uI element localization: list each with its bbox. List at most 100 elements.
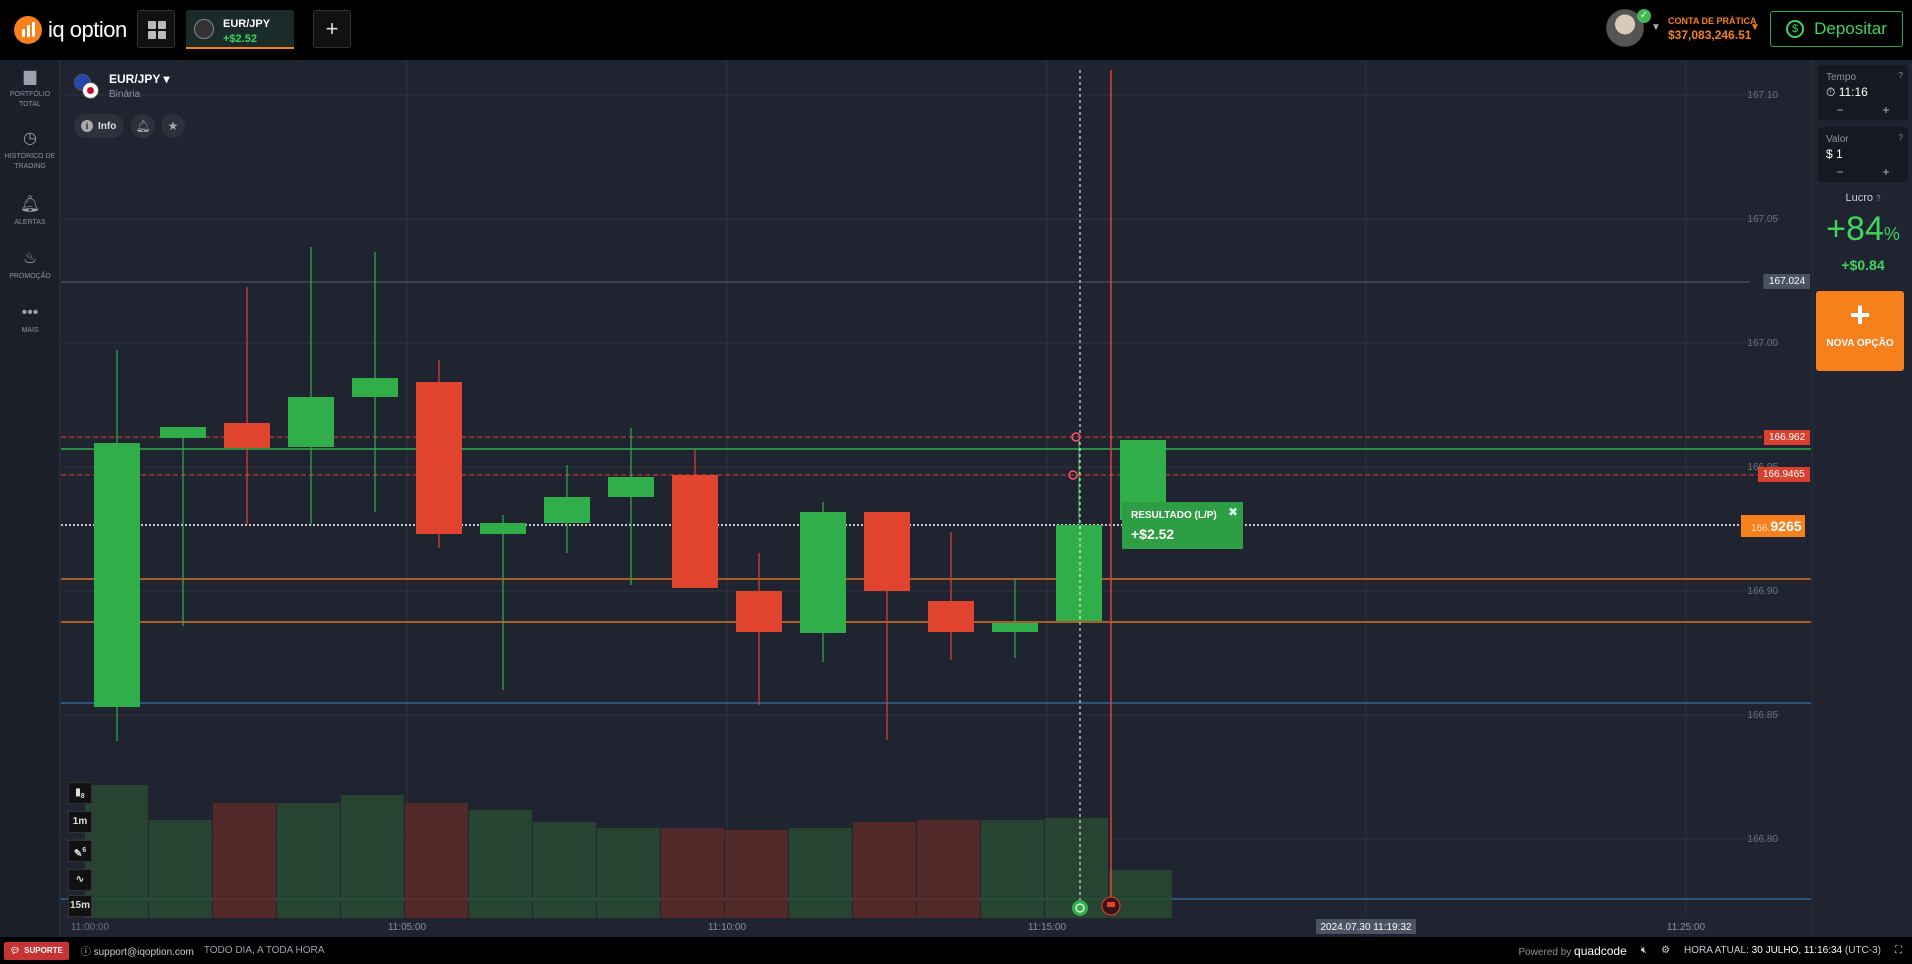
amount-plus-button[interactable]: +: [1864, 165, 1908, 179]
sidebar-item-portfolio[interactable]: ▆ PORTFÓLIO TOTAL: [0, 68, 60, 110]
candle-body[interactable]: [864, 512, 910, 591]
quadcode-logo: quadcode: [1574, 943, 1627, 958]
powered-by-text: Powered by: [1518, 946, 1572, 958]
volume-bar: [661, 828, 724, 918]
y-tick: 167.05: [1747, 214, 1778, 225]
amount-value[interactable]: $ 1: [1826, 147, 1843, 161]
timeframe-button[interactable]: 1m: [68, 811, 92, 833]
amount-field[interactable]: Valor ? $ 1 − +: [1818, 127, 1908, 182]
period-button[interactable]: 15m: [68, 895, 92, 917]
volume-bar: [597, 828, 660, 918]
sidebar-item-history[interactable]: ◷ HISTÓRICO DE TRADING: [0, 130, 60, 172]
close-icon[interactable]: ✖: [1228, 505, 1238, 519]
drawing-tools-button[interactable]: ✎6: [68, 840, 92, 862]
avatar-chevron-down-icon[interactable]: ▼: [1651, 22, 1661, 33]
stopwatch-icon[interactable]: [1072, 900, 1088, 916]
account-type-label: CONTA DE PRÁTICA: [1668, 16, 1757, 26]
new-option-button[interactable]: + NOVA OPÇÃO: [1816, 291, 1904, 371]
briefcase-icon: ▆: [23, 68, 37, 85]
amount-label: Valor: [1826, 134, 1849, 145]
support-hours: TODO DIA, A TODA HORA: [203, 945, 325, 956]
footer: 💬︎ SUPORTE ⓘ support@iqoption.com TODO D…: [0, 937, 1912, 964]
alert-price-tag: 167.024: [1764, 274, 1811, 289]
y-tick: 167.00: [1747, 338, 1778, 349]
candle-body[interactable]: [160, 427, 206, 438]
candle-body[interactable]: [608, 477, 654, 497]
support-button[interactable]: 💬︎ SUPORTE: [4, 941, 69, 960]
volume-bar: [405, 803, 468, 918]
help-icon[interactable]: ?: [1899, 71, 1903, 80]
price-chart[interactable]: 167.10 167.05 167.00 166.95 166.90 166.8…: [61, 60, 1811, 937]
account-chevron-down-icon[interactable]: ▼: [1750, 22, 1760, 33]
candle-body[interactable]: [928, 601, 974, 632]
deposit-button[interactable]: $ Depositar: [1770, 11, 1903, 47]
candle-body[interactable]: [416, 382, 462, 534]
asset-tab-name: EUR/JPY: [223, 18, 271, 30]
time-value-text: 11:16: [1838, 85, 1868, 99]
gear-icon[interactable]: ⚙: [1661, 945, 1670, 956]
sidebar-item-promotion[interactable]: ♨ PROMOÇÃO: [0, 250, 60, 282]
candle-body[interactable]: [672, 475, 718, 588]
eur-jpy-flag-icon: [74, 74, 100, 100]
candle-body[interactable]: [1056, 525, 1102, 621]
alert-bell-button[interactable]: 🔔︎: [131, 114, 155, 138]
asset-title[interactable]: EUR/JPY ▾: [109, 72, 170, 86]
profit-percent-value: +84: [1826, 210, 1884, 248]
time-plus-button[interactable]: +: [1864, 103, 1908, 117]
time-value[interactable]: ⏱ 11:16: [1826, 85, 1868, 100]
clock-label: HORA ATUAL:: [1684, 945, 1749, 956]
info-button[interactable]: i Info: [74, 114, 124, 138]
sidebar-item-label: MAIS: [21, 327, 39, 334]
candles-count: 8: [80, 793, 85, 800]
candle-body[interactable]: [736, 591, 782, 632]
candle-body[interactable]: [288, 397, 334, 447]
left-sidebar: ▆ PORTFÓLIO TOTAL ◷ HISTÓRICO DE TRADING…: [0, 60, 60, 937]
x-tick: 11:00:00: [71, 922, 110, 933]
candle-body[interactable]: [992, 623, 1038, 632]
mute-icon[interactable]: 🔇︎: [1641, 945, 1647, 956]
account-balance: $37,083,246.51: [1668, 28, 1752, 42]
indicators-button[interactable]: ∿: [68, 869, 92, 891]
support-email[interactable]: ⓘ support@iqoption.com: [81, 943, 194, 958]
candle-body[interactable]: [544, 497, 590, 523]
logo[interactable]: iq option: [14, 15, 127, 45]
chart-type-button[interactable]: ▮8: [68, 782, 92, 804]
profit-label: Lucro ?: [1813, 192, 1912, 204]
volume-bar: [213, 803, 276, 918]
candle-body[interactable]: [352, 378, 398, 397]
pencil-icon: ✎: [73, 848, 83, 860]
time-minus-button[interactable]: −: [1818, 103, 1862, 117]
amount-minus-button[interactable]: −: [1818, 165, 1862, 179]
logo-icon: [14, 16, 42, 44]
chart-area[interactable]: 167.10 167.05 167.00 166.95 166.90 166.8…: [61, 60, 1811, 937]
asset-tab[interactable]: EUR/JPY +$2.52: [186, 10, 294, 49]
account-selector[interactable]: CONTA DE PRÁTICA $37,083,246.51: [1668, 16, 1757, 42]
favorite-star-button[interactable]: ★: [161, 114, 185, 138]
result-title: RESULTADO (L/P): [1131, 510, 1217, 521]
profit-percent: +84%: [1813, 210, 1912, 249]
y-tick: 166.85: [1747, 710, 1778, 721]
time-label: Tempo: [1826, 72, 1857, 83]
candle-body[interactable]: [224, 423, 270, 448]
x-tick: 11:25:00: [1667, 922, 1706, 933]
volume-bar: [789, 828, 852, 918]
upper-red-price-tag: 166.962: [1764, 430, 1811, 445]
sidebar-item-more[interactable]: ••• MAIS: [0, 304, 60, 336]
candle-body[interactable]: [480, 523, 526, 534]
help-icon[interactable]: ?: [1899, 133, 1903, 142]
grid-layout-button[interactable]: [137, 10, 175, 48]
sidebar-item-label: HISTÓRICO DE TRADING: [4, 153, 56, 170]
help-icon[interactable]: ?: [1876, 194, 1880, 203]
trade-result-box[interactable]: RESULTADO (L/P) +$2.52 ✖: [1122, 502, 1243, 549]
bell-icon: 🔔︎: [19, 196, 41, 213]
time-field[interactable]: Tempo ? ⏱ 11:16 − +: [1818, 65, 1908, 120]
candle-body[interactable]: [94, 443, 140, 707]
sidebar-item-alerts[interactable]: 🔔︎ ALERTAS: [0, 196, 60, 228]
volume-bars: [85, 785, 1172, 918]
current-price-prefix: 166.: [1751, 523, 1771, 534]
fullscreen-icon[interactable]: ⛶: [1895, 945, 1902, 956]
star-icon: ★: [167, 119, 179, 133]
add-asset-button[interactable]: +: [313, 10, 351, 48]
deposit-label: Depositar: [1814, 19, 1887, 38]
candle-body[interactable]: [800, 512, 846, 633]
